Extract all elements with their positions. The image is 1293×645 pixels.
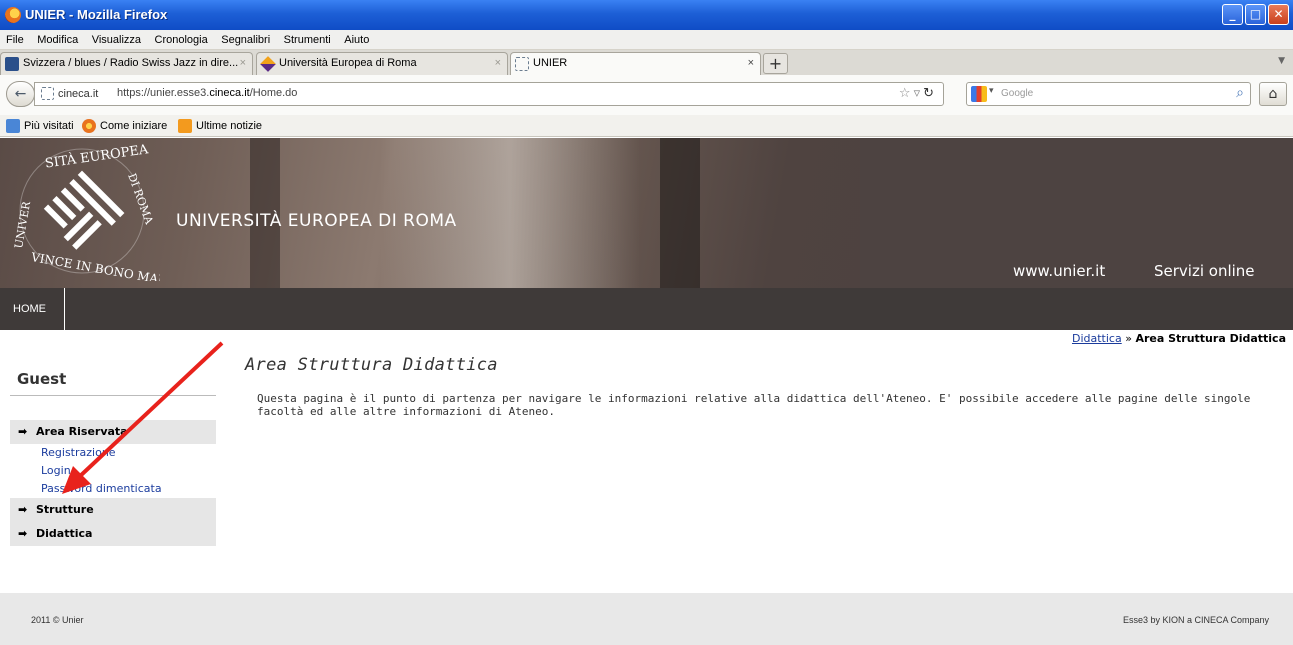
site-identity-label: cineca.it	[58, 88, 99, 100]
navigation-toolbar: ← cineca.it https://unier.esse3.cineca.i…	[0, 75, 1293, 115]
google-icon[interactable]	[971, 86, 987, 102]
firefox-icon	[82, 119, 96, 133]
new-tab-button[interactable]: +	[763, 53, 788, 74]
most-visited-icon	[6, 119, 20, 133]
tab-close-icon[interactable]: ×	[495, 53, 501, 74]
registration-link[interactable]: Registrazione	[10, 444, 216, 462]
footer-copyright: 2011 © Unier	[31, 615, 84, 625]
url-prefix: https://unier.esse3.	[117, 87, 210, 99]
tab-bar: Svizzera / blues / Radio Swiss Jazz in d…	[0, 50, 1293, 75]
site-identity-button[interactable]: cineca.it	[38, 86, 102, 102]
radio-swiss-favicon	[5, 57, 19, 71]
page-icon	[41, 87, 54, 100]
tab-unier[interactable]: UNIER ×	[510, 52, 761, 75]
reload-icon[interactable]: ↻	[923, 86, 937, 101]
back-button[interactable]: ←	[6, 81, 35, 107]
search-input[interactable]: Google	[1001, 88, 1033, 99]
sidebar-section-didattica[interactable]: ➡ Didattica	[10, 522, 216, 546]
tab-label: UNIER	[533, 57, 568, 69]
url-domain: cineca.it	[209, 87, 250, 99]
svg-text:SITÀ EUROPEA: SITÀ EUROPEA	[44, 141, 150, 171]
sidebar: Guest ➡ Area Riservata Registrazione Logi…	[10, 370, 216, 546]
url-text[interactable]: https://unier.esse3.cineca.it/Home.do	[117, 87, 297, 99]
bookmark-star-icon[interactable]: ☆	[899, 86, 914, 101]
arrow-right-icon: ➡	[18, 503, 28, 516]
tab-universita-europea[interactable]: Università Europea di Roma ×	[256, 52, 508, 75]
search-engine-dropdown-icon[interactable]: ▾	[989, 86, 994, 96]
bookmark-getting-started[interactable]: Come iniziare	[82, 119, 167, 133]
user-label: Guest	[10, 370, 216, 396]
search-bar[interactable]: ▾ Google ⌕	[966, 82, 1251, 106]
online-services-link[interactable]: Servizi online	[1154, 262, 1255, 280]
blank-page-icon	[515, 57, 529, 71]
bookmark-label: Come iniziare	[100, 120, 168, 132]
tab-list-chevron-icon[interactable]: ▼	[1278, 56, 1285, 66]
university-name: UNIVERSITÀ EUROPEA DI ROMA	[176, 211, 457, 231]
home-button[interactable]: ⌂	[1259, 82, 1287, 106]
sidebar-section-strutture[interactable]: ➡ Strutture	[10, 498, 216, 522]
page-description: Questa pagina è il punto di partenza per…	[257, 392, 1251, 418]
bookmarks-toolbar: Più visitati Come iniziare Ultime notizi…	[0, 115, 1293, 137]
tab-close-icon[interactable]: ×	[748, 53, 754, 74]
maximize-button[interactable]: □	[1245, 4, 1266, 25]
window-titlebar: UNIER - Mozilla Firefox _ □ ✕	[0, 0, 1293, 30]
firefox-icon	[5, 7, 21, 23]
login-link[interactable]: Login	[10, 462, 216, 480]
breadcrumb: Didattica » Area Struttura Didattica	[1072, 332, 1286, 345]
breadcrumb-current: Area Struttura Didattica	[1135, 332, 1286, 345]
menu-file[interactable]: File	[6, 30, 24, 50]
bookmark-label: Più visitati	[24, 120, 74, 132]
main-nav: HOME	[0, 288, 1293, 330]
url-bar[interactable]: cineca.it https://unier.esse3.cineca.it/…	[34, 82, 944, 106]
banner-column	[660, 138, 700, 288]
section-label: Area Riservata	[36, 425, 128, 438]
uer-favicon	[260, 56, 276, 72]
page-title: Area Struttura Didattica	[245, 355, 498, 375]
rss-icon	[178, 119, 192, 133]
minimize-button[interactable]: _	[1222, 4, 1243, 25]
close-window-button[interactable]: ✕	[1268, 4, 1289, 25]
tab-close-icon[interactable]: ×	[240, 53, 246, 74]
menu-aiuto[interactable]: Aiuto	[344, 30, 369, 50]
menu-strumenti[interactable]: Strumenti	[284, 30, 331, 50]
window-title: UNIER - Mozilla Firefox	[25, 7, 168, 22]
svg-text:UNIVER: UNIVER	[12, 200, 33, 250]
svg-text:VINCE IN BONO MALUM: VINCE IN BONO MALUM	[29, 250, 160, 281]
section-label: Strutture	[36, 503, 94, 516]
bookmark-most-visited[interactable]: Più visitati	[6, 119, 74, 133]
url-actions: ☆▿↻	[899, 86, 937, 101]
arrow-right-icon: ➡	[18, 527, 28, 540]
university-logo: SITÀ EUROPEA UNIVER DI ROMA VINCE IN BON…	[12, 141, 160, 281]
menu-segnalibri[interactable]: Segnalibri	[221, 30, 270, 50]
tab-label: Università Europea di Roma	[279, 57, 417, 69]
menu-modifica[interactable]: Modifica	[37, 30, 78, 50]
footer: 2011 © Unier Esse3 by KION a CINECA Comp…	[0, 593, 1293, 645]
site-banner: SITÀ EUROPEA UNIVER DI ROMA VINCE IN BON…	[0, 138, 1293, 288]
section-label: Didattica	[36, 527, 93, 540]
breadcrumb-didattica[interactable]: Didattica	[1072, 332, 1122, 345]
sidebar-section-area-riservata[interactable]: ➡ Area Riservata	[10, 420, 216, 444]
footer-credits: Esse3 by KION a CINECA Company	[1122, 615, 1269, 625]
nav-home[interactable]: HOME	[0, 288, 65, 330]
url-suffix: /Home.do	[249, 87, 298, 99]
menu-visualizza[interactable]: Visualizza	[92, 30, 141, 50]
svg-text:DI ROMA: DI ROMA	[125, 172, 156, 227]
history-dropdown-icon[interactable]: ▿	[914, 86, 924, 101]
menu-cronologia[interactable]: Cronologia	[155, 30, 208, 50]
search-icon[interactable]: ⌕	[1236, 85, 1244, 101]
tab-label: Svizzera / blues / Radio Swiss Jazz in d…	[23, 57, 239, 69]
forgot-password-link[interactable]: Password dimenticata	[10, 480, 216, 498]
breadcrumb-separator: »	[1125, 332, 1132, 345]
menu-bar: File Modifica Visualizza Cronologia Segn…	[0, 30, 1293, 50]
bookmark-latest-news[interactable]: Ultime notizie	[178, 119, 262, 133]
tab-radio-swiss-jazz[interactable]: Svizzera / blues / Radio Swiss Jazz in d…	[0, 52, 253, 75]
bookmark-label: Ultime notizie	[196, 120, 263, 132]
website-link[interactable]: www.unier.it	[1013, 262, 1105, 280]
arrow-right-icon: ➡	[18, 425, 28, 438]
